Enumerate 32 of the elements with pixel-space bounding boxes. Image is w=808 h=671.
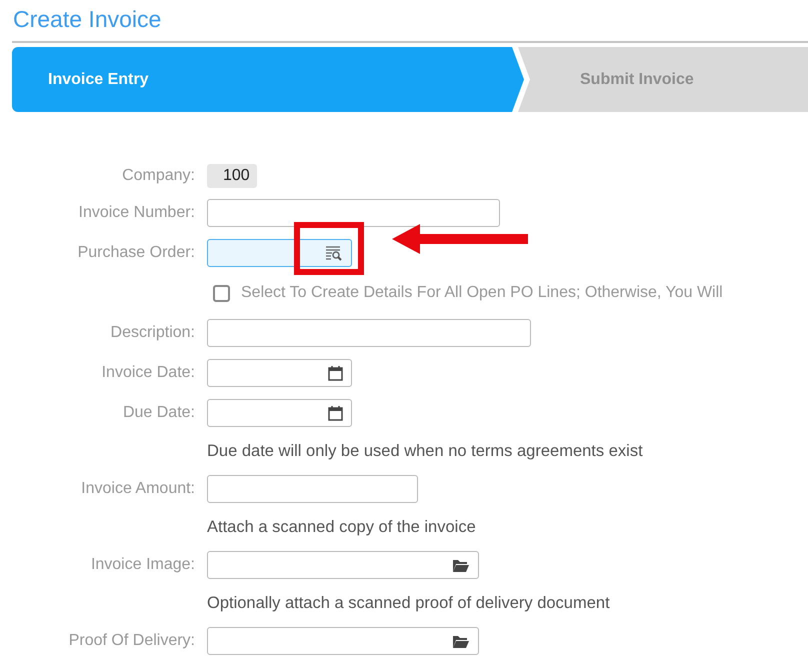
checkbox[interactable]	[213, 284, 230, 302]
field-label: Invoice Image:	[90, 556, 195, 573]
page-title: Create Invoice	[12, 5, 162, 34]
file-field[interactable]	[207, 551, 479, 579]
highlight-box	[294, 222, 364, 275]
field-label: Company:	[122, 167, 195, 184]
help-text: Due date will only be used when no terms agreements exist	[207, 442, 643, 460]
field-label: Due Date:	[122, 404, 195, 421]
field-label: Proof Of Delivery:	[68, 632, 195, 649]
step-tab[interactable]: Invoice Entry	[12, 47, 524, 112]
date-field[interactable]	[207, 399, 352, 427]
field-label: Description:	[110, 324, 195, 341]
help-text: Optionally attach a scanned proof of delivery document	[207, 594, 610, 612]
field-label: Invoice Amount:	[81, 480, 195, 497]
file-field[interactable]	[207, 627, 479, 655]
calendar-icon[interactable]	[328, 405, 343, 421]
step-tab[interactable]: Submit Invoice	[518, 47, 808, 112]
field-label: Invoice Date:	[102, 364, 195, 381]
folder-icon[interactable]	[452, 634, 470, 648]
help-text: Attach a scanned copy of the invoice	[207, 518, 476, 536]
company-value: 100	[207, 164, 257, 188]
checkbox-label: Select To Create Details For All Open PO Lines; Otherwise, You Will	[241, 284, 723, 302]
folder-icon[interactable]	[452, 558, 470, 572]
calendar-icon[interactable]	[328, 365, 343, 381]
field-label: Invoice Number:	[78, 204, 195, 221]
input-field[interactable]	[207, 319, 531, 347]
input-field[interactable]	[207, 475, 418, 503]
field-label: Purchase Order:	[78, 244, 195, 261]
input-field[interactable]	[207, 199, 500, 227]
purchase-order-field[interactable]	[207, 239, 352, 267]
lookup-icon[interactable]	[325, 245, 343, 261]
date-field[interactable]	[207, 359, 352, 387]
